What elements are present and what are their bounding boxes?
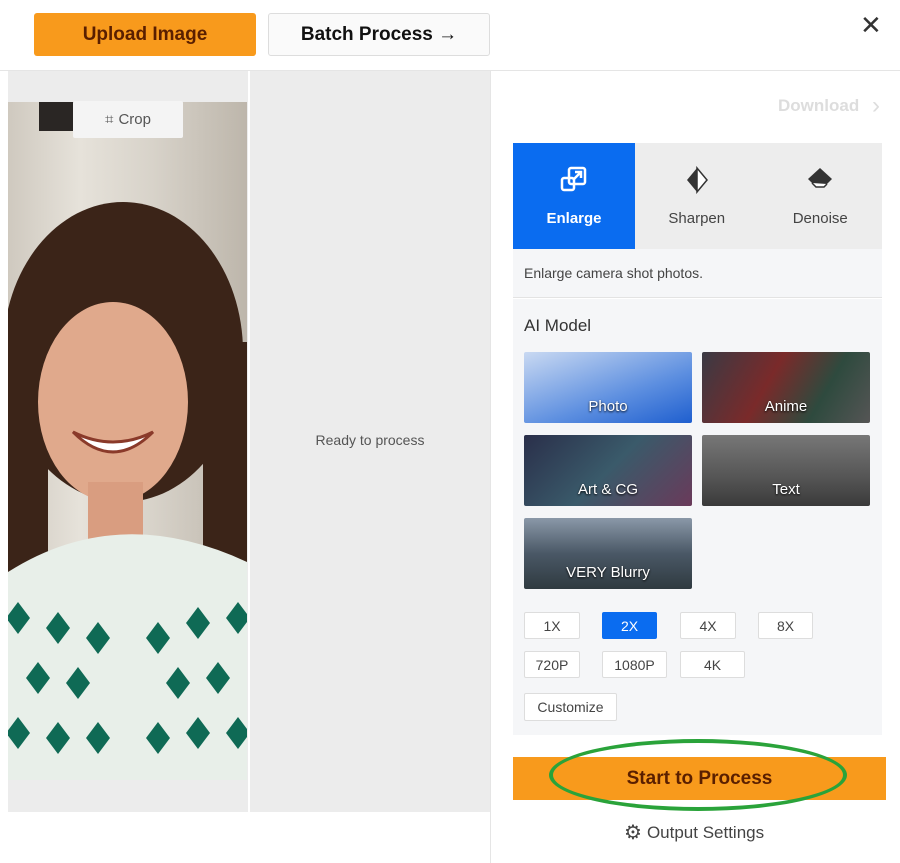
scale-4k-button[interactable]: 4K (680, 651, 745, 678)
mode-description: Enlarge camera shot photos. (513, 249, 882, 298)
customize-button[interactable]: Customize (524, 693, 617, 721)
model-photo[interactable]: Photo (524, 352, 692, 423)
model-art-cg[interactable]: Art & CG (524, 435, 692, 506)
model-text[interactable]: Text (702, 435, 870, 506)
model-label: Art & CG (577, 481, 638, 498)
tab-label: Sharpen (668, 209, 726, 227)
eraser-icon (808, 167, 833, 188)
tab-enlarge[interactable]: Enlarge (513, 143, 635, 249)
crop-button[interactable]: ⌗ Crop (73, 101, 183, 138)
upload-image-button[interactable]: Upload Image (34, 13, 256, 56)
output-settings-label: Output Settings (646, 822, 765, 842)
model-label: Photo (588, 398, 628, 415)
chevron-right-icon[interactable]: › (872, 92, 880, 120)
model-label: Anime (764, 398, 808, 415)
scale-720p-button[interactable]: 720P (524, 651, 580, 678)
mode-tabs: Enlarge Sharpen Denoise (513, 143, 882, 249)
scale-8x-button[interactable]: 8X (758, 612, 813, 639)
tab-denoise[interactable]: Denoise (759, 143, 883, 249)
model-label: VERY Blurry (566, 564, 650, 581)
batch-process-button[interactable]: Batch Process → (268, 13, 490, 56)
scale-2x-button[interactable]: 2X (602, 612, 657, 639)
enlarge-icon (560, 166, 587, 191)
uploaded-photo (8, 102, 247, 780)
tab-label: Denoise (792, 209, 848, 227)
model-anime[interactable]: Anime (702, 352, 870, 423)
tab-sharpen[interactable]: Sharpen (635, 143, 759, 249)
scale-1x-button[interactable]: 1X (524, 612, 580, 639)
download-button[interactable]: Download (778, 96, 859, 116)
dark-label-tag (39, 102, 75, 131)
ai-model-title: AI Model (524, 316, 592, 335)
close-icon[interactable]: ✕ (860, 10, 882, 41)
divider (490, 71, 491, 863)
tab-label: Enlarge (546, 209, 602, 227)
model-label: Text (772, 481, 800, 498)
gear-icon: ⚙ (624, 822, 642, 844)
scale-1080p-button[interactable]: 1080P (602, 651, 667, 678)
crop-icon: ⌗ (105, 111, 114, 128)
start-to-process-button[interactable]: Start to Process (513, 757, 886, 800)
status-text: Ready to process (315, 432, 425, 448)
output-settings-button[interactable]: ⚙ Output Settings (624, 820, 764, 845)
crop-label: Crop (118, 111, 151, 128)
model-very-blurry[interactable]: VERY Blurry (524, 518, 692, 589)
sharpen-icon (686, 165, 708, 194)
scale-4x-button[interactable]: 4X (680, 612, 736, 639)
